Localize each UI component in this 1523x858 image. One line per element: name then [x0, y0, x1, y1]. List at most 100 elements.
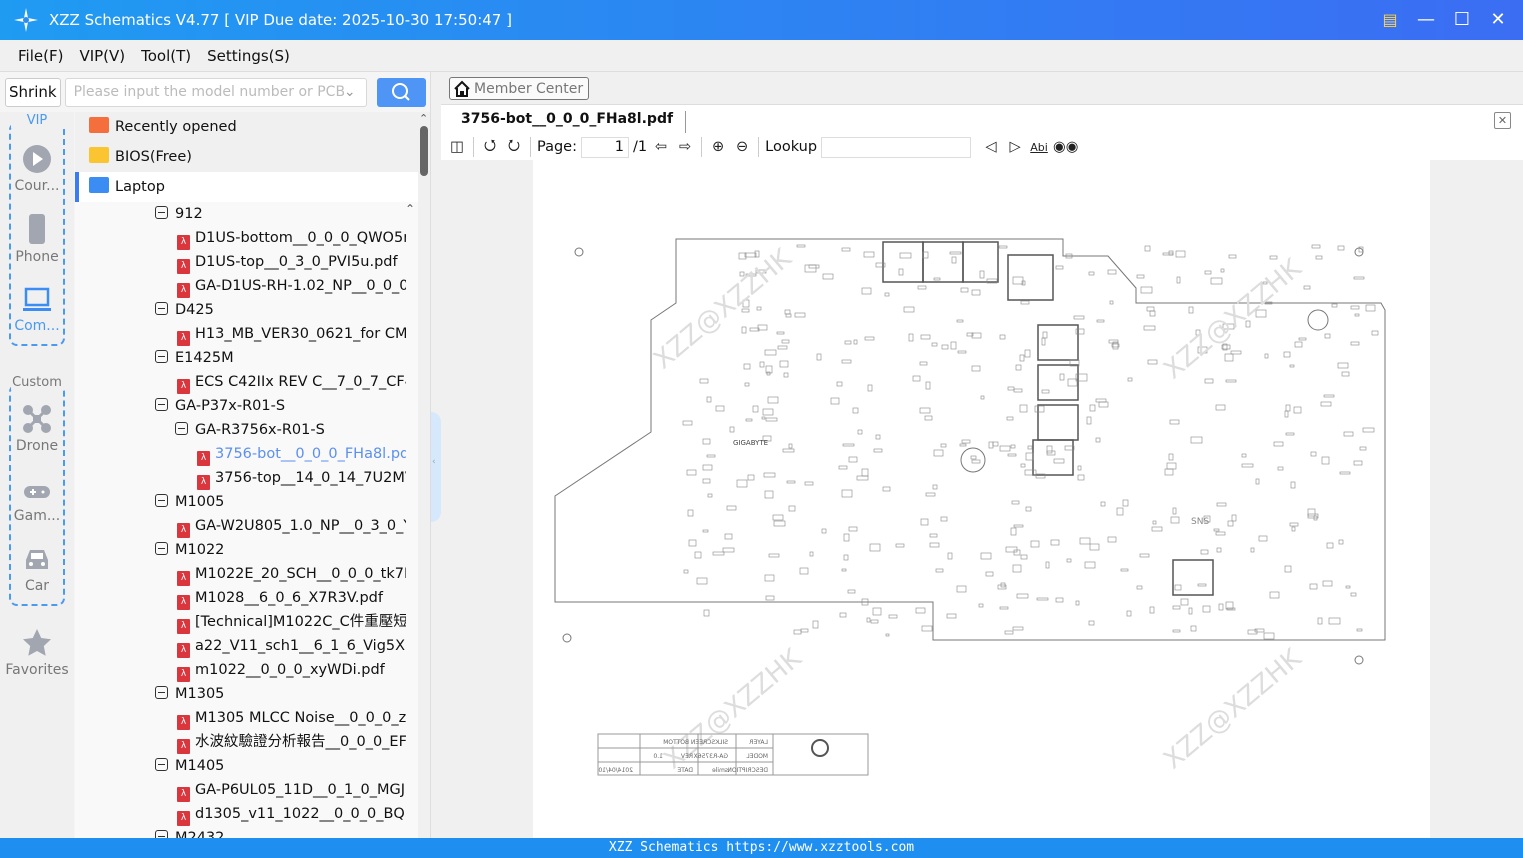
maximize-button[interactable]: ☐: [1451, 8, 1473, 30]
menu-vip[interactable]: VIP(V): [79, 47, 125, 65]
tree-folder[interactable]: M1405: [155, 754, 406, 778]
close-tab-icon[interactable]: ✕: [1494, 112, 1511, 129]
page-number-input[interactable]: 1: [581, 136, 629, 158]
tree-file[interactable]: λ GA-P6UL05_11D__0_1_0_MGJFh: [177, 778, 406, 802]
scroll-up-icon[interactable]: ⌃: [419, 112, 428, 125]
tree-label: 水波紋驗證分析報告__0_0_0_EFN: [195, 734, 406, 750]
search-button[interactable]: [376, 77, 426, 107]
close-button[interactable]: ✕: [1487, 8, 1509, 30]
vip-briefcase-icon[interactable]: ▤: [1379, 8, 1401, 30]
collapse-icon[interactable]: [155, 494, 168, 507]
viewer-toolbar: ◫ ⭯ ⭮ Page: 1 /1 ⇦ ⇨ ⊕ ⊖ Lookup ◁ ▷ Abi …: [441, 134, 1523, 160]
divider: [473, 137, 474, 157]
sidebar-item-games[interactable]: Gam...: [0, 480, 74, 524]
find-next-icon[interactable]: ▷: [1005, 136, 1025, 158]
tree-label: GA-P37x-R01-S: [175, 398, 286, 414]
collapse-icon[interactable]: [155, 686, 168, 699]
tree-folder[interactable]: M1005: [155, 490, 406, 514]
tree-label: D1US-top__0_3_0_PVI5u.pdf: [195, 254, 398, 270]
tree-file[interactable]: λ M1022E_20_SCH__0_0_0_tk7IM.: [177, 562, 406, 586]
sidebar-label: Gam...: [13, 508, 61, 524]
tree-file[interactable]: λ H13_MB_VER30_0621_for CM pr: [177, 322, 406, 346]
panel-splitter[interactable]: ‹: [430, 72, 441, 838]
tree-file[interactable]: λ D1US-top__0_3_0_PVI5u.pdf: [177, 250, 406, 274]
folder-icon: [89, 147, 109, 163]
tree-root-recently-opened[interactable]: Recently opened: [75, 112, 418, 142]
tree-file[interactable]: λ M1028__6_0_6_X7R3V.pdf: [177, 586, 406, 610]
zoom-in-icon[interactable]: ⊕: [708, 136, 728, 158]
tree-file[interactable]: λ D1US-bottom__0_0_0_QWO5r.pdf: [177, 226, 406, 250]
menu-settings[interactable]: Settings(S): [207, 47, 290, 65]
tree-label: M1022E_20_SCH__0_0_0_tk7IM.: [195, 566, 406, 582]
splitter-handle[interactable]: [431, 412, 441, 522]
sidebar-item-favorites[interactable]: Favorites: [0, 628, 74, 678]
collapse-icon[interactable]: [155, 830, 168, 838]
tree-label: E1425M: [175, 350, 234, 366]
tree-file[interactable]: λ GA-D1US-RH-1.02_NP__0_0_0_c: [177, 274, 406, 298]
chevron-down-icon[interactable]: ⌄: [344, 84, 356, 100]
collapse-icon[interactable]: [155, 542, 168, 555]
rotate-left-icon[interactable]: ⭯: [480, 136, 500, 158]
svg-text:2014/04/10: 2014/04/10: [598, 767, 633, 774]
tree-file[interactable]: λ a22_V11_sch1__6_1_6_Vig5X.pd: [177, 634, 406, 658]
document-area[interactable]: GIGABYTE SNS XZZ@XZZHK XZZ@XZZHK XZZ@XZZ…: [441, 160, 1523, 838]
next-page-icon[interactable]: ⇨: [675, 136, 695, 158]
zoom-out-icon[interactable]: ⊖: [732, 136, 752, 158]
sidebar-item-phone[interactable]: Phone: [0, 213, 74, 265]
svg-text:LAYER: LAYER: [749, 739, 768, 746]
minimize-button[interactable]: —: [1415, 8, 1437, 30]
tree-label: GA-R3756x-R01-S: [195, 422, 325, 438]
member-center-button[interactable]: Member Center: [449, 77, 590, 100]
tree-folder[interactable]: M1305: [155, 682, 406, 706]
tree-file[interactable]: λ m1022__0_0_0_xyWDi.pdf: [177, 658, 406, 682]
collapse-up-icon[interactable]: ⌃: [405, 202, 415, 216]
collapse-icon[interactable]: [155, 398, 168, 411]
find-prev-icon[interactable]: ◁: [981, 136, 1001, 158]
collapse-icon[interactable]: [155, 350, 168, 363]
lookup-label: Lookup: [765, 139, 818, 155]
tree-file[interactable]: λ ECS C42IIx REV C__7_0_7_CF4xU: [177, 370, 406, 394]
two-page-icon[interactable]: ◫: [447, 136, 467, 158]
scrollbar-thumb[interactable]: [420, 126, 428, 176]
collapse-icon[interactable]: [155, 758, 168, 771]
collapse-icon[interactable]: [155, 206, 168, 219]
collapse-icon[interactable]: [175, 422, 188, 435]
tree-folder[interactable]: D425: [155, 298, 406, 322]
tree-folder[interactable]: M2432: [155, 826, 406, 838]
tree-file[interactable]: λ [Technical]M1022C_C件重壓短路: [177, 610, 406, 634]
sidebar-label: Phone: [15, 249, 59, 265]
tree-scrollbar[interactable]: ⌃: [418, 112, 430, 838]
tree-file[interactable]: λ GA-W2U805_1.0_NP__0_3_0_YQ: [177, 514, 406, 538]
menu-tool[interactable]: Tool(T): [141, 47, 191, 65]
tree-root-bios[interactable]: BIOS(Free): [75, 142, 418, 172]
tree-folder[interactable]: GA-P37x-R01-S: [155, 394, 406, 418]
tree-file[interactable]: λ d1305_v11_1022__0_0_0_BQ120: [177, 802, 406, 826]
rotate-right-icon[interactable]: ⭮: [504, 136, 524, 158]
tree-root-laptop[interactable]: Laptop: [75, 172, 418, 202]
tree-folder[interactable]: M1022: [155, 538, 406, 562]
tree-folder[interactable]: E1425M: [155, 346, 406, 370]
tree-file[interactable]: λ 3756-top__14_0_14_7U2MV.pdf: [197, 466, 406, 490]
document-tab[interactable]: 3756-bot__0_0_0_FHa8l.pdf: [461, 111, 687, 133]
sidebar-item-car[interactable]: Car: [0, 544, 74, 594]
tree-folder[interactable]: 912: [155, 202, 406, 226]
shrink-button[interactable]: Shrink: [5, 77, 61, 107]
lookup-input[interactable]: [821, 136, 972, 158]
binoculars-icon[interactable]: ◉◉: [1053, 136, 1078, 158]
tree-folder[interactable]: GA-R3756x-R01-S: [175, 418, 406, 442]
folder-open-icon: [89, 177, 109, 193]
tree-label: Laptop: [115, 179, 165, 195]
menu-bar: File(F) VIP(V) Tool(T) Settings(S): [0, 40, 1523, 72]
search-input[interactable]: Please input the model number or PCB ⌄: [64, 77, 367, 107]
tree-file[interactable]: λ 3756-bot__0_0_0_FHa8l.pdf: [197, 442, 406, 466]
sidebar-item-drone[interactable]: Drone: [0, 404, 74, 454]
menu-file[interactable]: File(F): [18, 47, 63, 65]
sidebar-item-courses[interactable]: Cour...: [0, 144, 74, 194]
prev-page-icon[interactable]: ⇦: [651, 136, 671, 158]
tree-file[interactable]: λ 水波紋驗證分析報告__0_0_0_EFN: [177, 730, 406, 754]
sidebar-item-computer[interactable]: Com...: [0, 286, 74, 334]
tree-file[interactable]: λ M1305 MLCC Noise__0_0_0_zcc: [177, 706, 406, 730]
collapse-icon[interactable]: [155, 302, 168, 315]
chevron-left-icon[interactable]: ‹: [432, 457, 436, 467]
match-case-icon[interactable]: Abi: [1029, 136, 1049, 158]
